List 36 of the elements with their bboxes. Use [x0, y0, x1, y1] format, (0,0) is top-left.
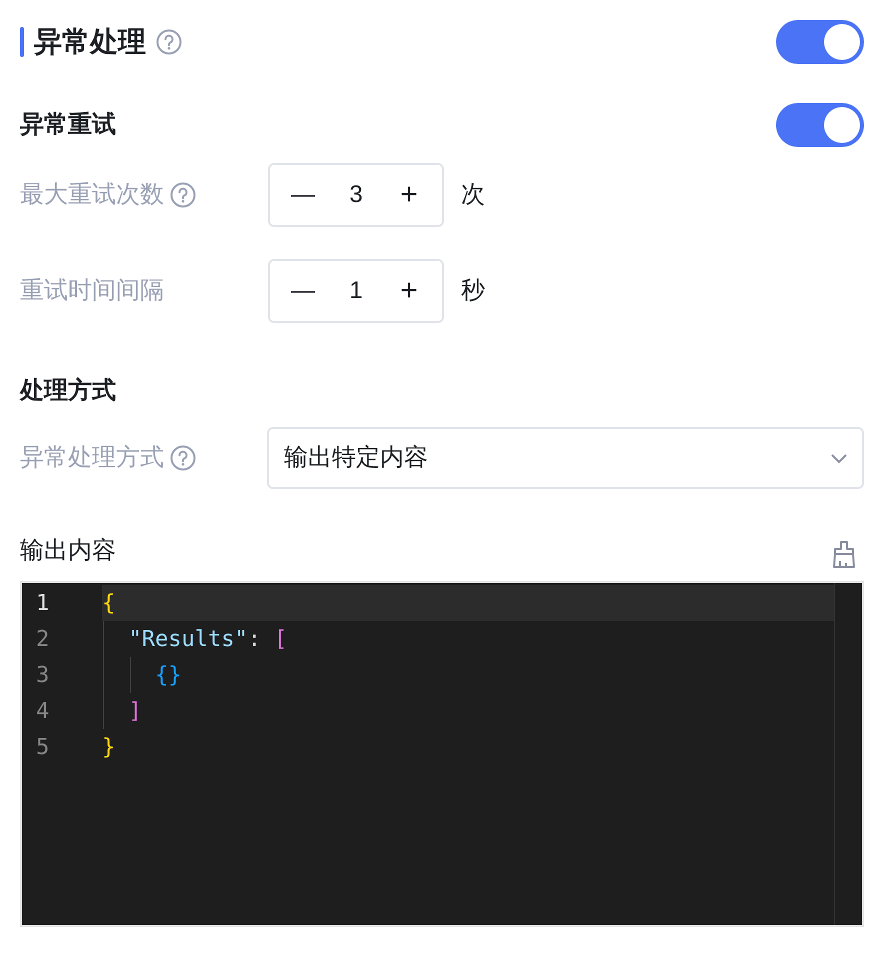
help-icon: [170, 445, 196, 471]
subsection-title: 处理方式: [20, 377, 116, 404]
help-icon: [156, 29, 182, 55]
select-field[interactable]: 输出特定内容: [266, 427, 864, 489]
line-number: 4: [35, 698, 50, 726]
stepper-value: 1: [349, 276, 363, 306]
code-line: {: [102, 590, 116, 618]
toggle-switch[interactable]: [776, 103, 864, 147]
line-number: 3: [35, 662, 50, 690]
subsection-title: 异常重试: [20, 110, 116, 140]
toggle-switch[interactable]: [776, 20, 864, 64]
code-line: }: [102, 734, 116, 762]
line-number: 5: [35, 734, 50, 762]
increment-button[interactable]: +: [384, 269, 434, 313]
code-line: "Results": [: [128, 626, 288, 654]
brush-icon[interactable]: [832, 540, 856, 570]
stepper-value: 3: [349, 180, 363, 210]
code-line: ]: [128, 698, 142, 726]
number-stepper[interactable]: — 3 +: [268, 163, 444, 227]
help-icon: [170, 182, 196, 208]
field-label: 最大重试次数: [20, 180, 164, 210]
field-label: 重试时间间隔: [20, 276, 164, 306]
number-stepper[interactable]: — 1 +: [268, 259, 444, 323]
field-label: 异常处理方式: [20, 443, 164, 473]
output-title: 输出内容: [20, 536, 116, 566]
section-title: 异常处理: [34, 25, 146, 59]
line-number: 2: [35, 626, 50, 654]
line-number: 1: [35, 590, 50, 618]
code-line: {}: [155, 662, 182, 690]
decrement-button[interactable]: —: [278, 269, 328, 313]
chevron-down-icon: [830, 452, 848, 464]
code-editor[interactable]: 1 { 2 "Results": [ 3 {} 4 ] 5 }: [20, 581, 864, 927]
unit-label: 秒: [461, 276, 485, 306]
increment-button[interactable]: +: [384, 173, 434, 217]
decrement-button[interactable]: —: [278, 173, 328, 217]
unit-label: 次: [461, 180, 485, 210]
